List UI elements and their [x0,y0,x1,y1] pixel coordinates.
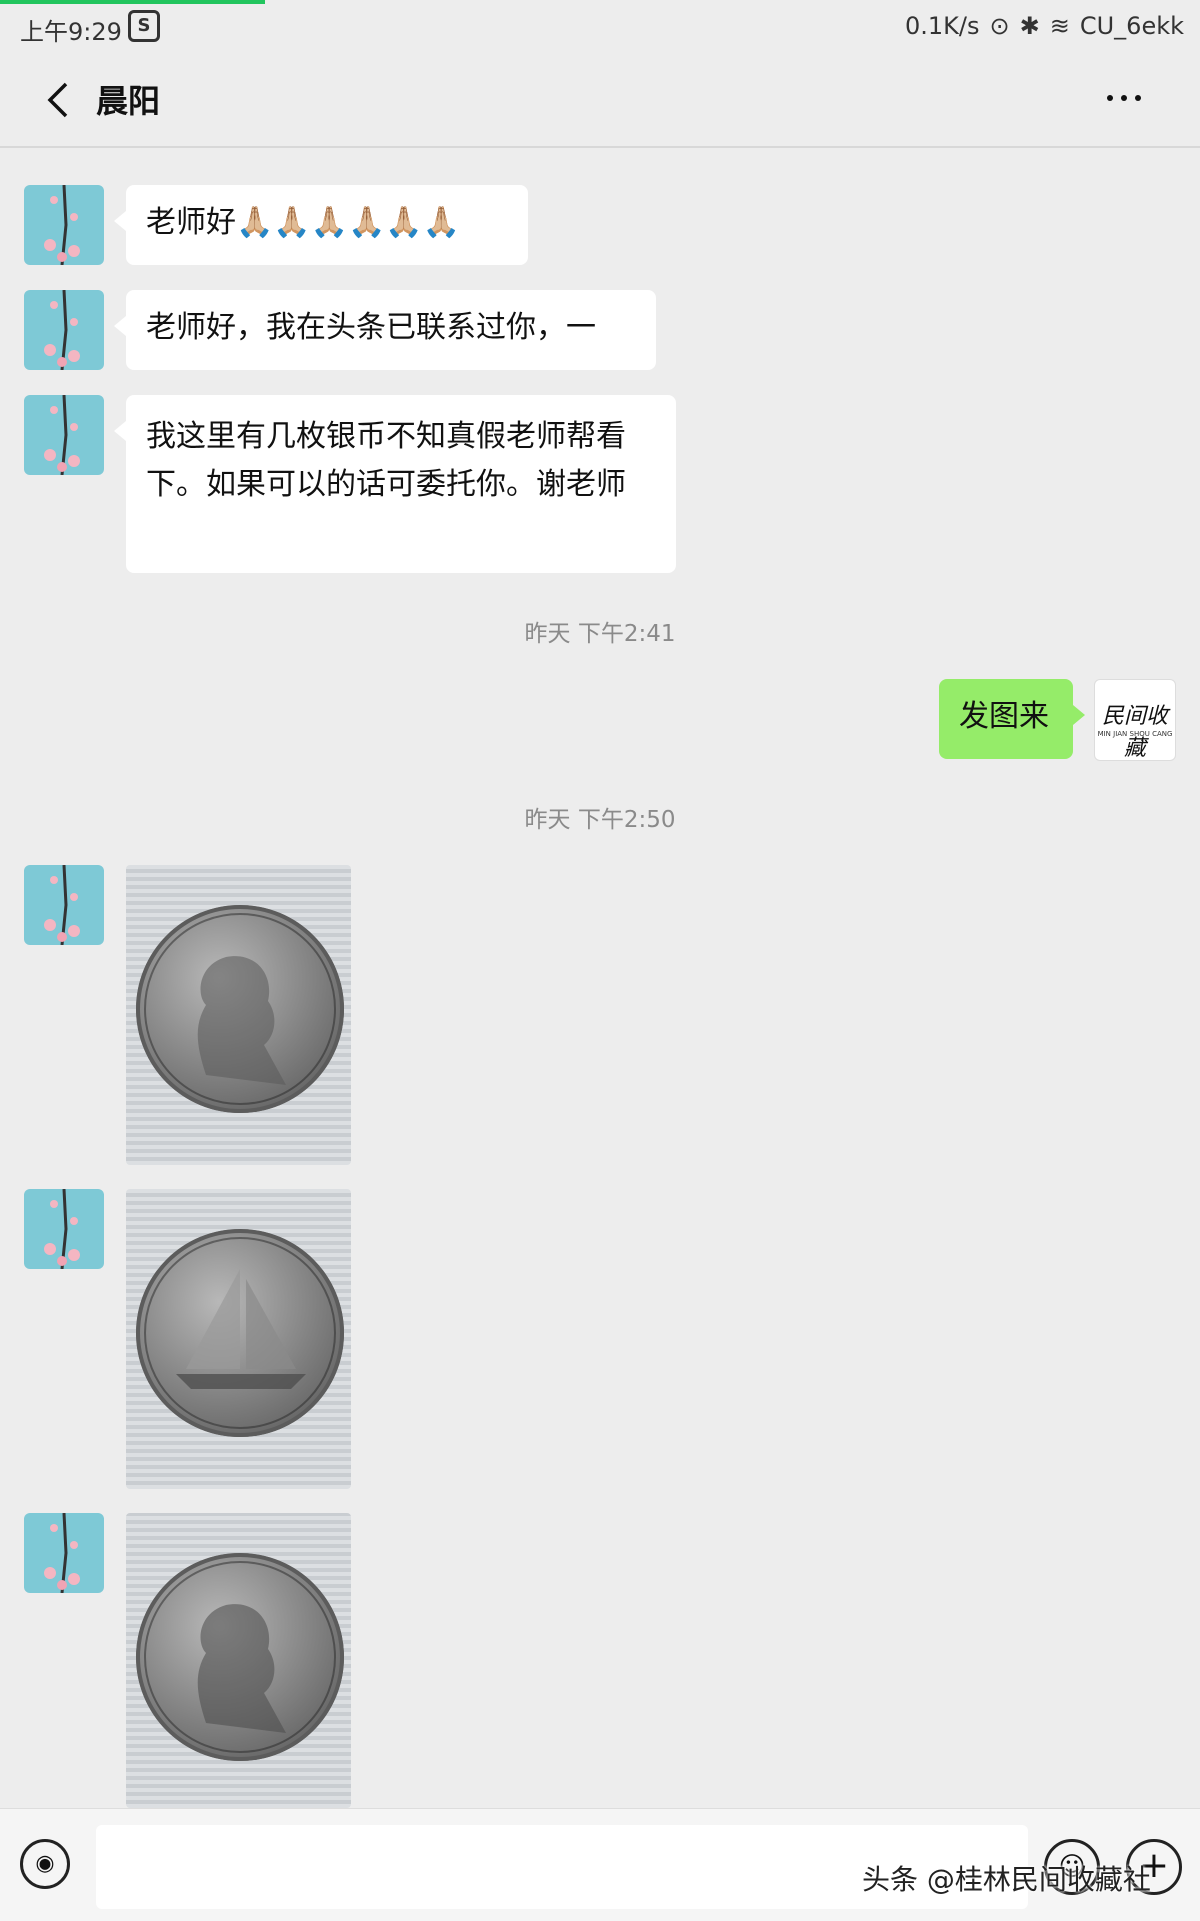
peer-avatar[interactable] [24,1189,104,1269]
coin-reverse-image [136,1229,344,1437]
peer-avatar[interactable] [24,1513,104,1593]
more-button[interactable] [1094,76,1154,120]
peer-avatar[interactable] [24,290,104,370]
blossom-icon [44,395,80,475]
timestamp: 昨天 下午2:50 [524,807,676,833]
back-button[interactable] [38,78,82,122]
blossom-icon [44,290,80,370]
message-bubble-self[interactable]: 发图来 [939,679,1085,759]
coin-photo[interactable] [126,1189,351,1489]
avatar-logo-sub: MIN JIAN SHOU CANG [1097,730,1173,738]
timestamp: 昨天 下午2:41 [524,621,676,647]
coin-photo[interactable] [126,1513,351,1808]
peer-avatar[interactable] [24,395,104,475]
voice-button[interactable]: ◉ [20,1839,70,1889]
self-avatar[interactable]: 民间收藏 MIN JIAN SHOU CANG [1094,679,1176,761]
blossom-icon [44,185,80,265]
chat-header: 晨阳 [0,52,1200,148]
coin-obverse-image [136,905,344,1113]
blossom-icon [44,865,80,945]
status-time: 上午9:29 [20,18,122,46]
link-icon: ⊙ [989,12,1010,40]
blossom-icon [44,1189,80,1269]
blossom-icon [44,1513,80,1593]
network-speed: 0.1K/s [905,12,980,40]
voice-icon: ◉ [35,1851,55,1876]
peer-avatar[interactable] [24,185,104,265]
coin-obverse-image [136,1553,344,1761]
wifi-icon: ≋ [1049,12,1070,40]
bluetooth-icon: ✱ [1019,12,1040,40]
app-s-icon: S [128,10,160,42]
status-bar: 上午9:29 S 0.1K/s ⊙ ✱ ≋ CU_6ekk [0,0,1200,52]
back-icon [47,82,68,118]
more-icon [1107,95,1113,101]
watermark: 头条 @桂林民间收藏社 [862,1863,1151,1896]
peer-avatar[interactable] [24,865,104,945]
coin-photo[interactable] [126,865,351,1165]
wifi-name: CU_6ekk [1079,12,1184,40]
message-bubble[interactable]: 老师好，我在头条已联系过你，一 [114,290,656,370]
chat-title: 晨阳 [96,82,161,120]
status-right: 0.1K/s ⊙ ✱ ≋ CU_6ekk [905,12,1184,40]
message-bubble[interactable]: 我这里有几枚银币不知真假老师帮看下。如果可以的话可委托你。谢老师 [114,395,676,573]
message-bubble[interactable]: 老师好🙏🏼🙏🏼🙏🏼🙏🏼🙏🏼🙏🏼 [114,185,528,265]
